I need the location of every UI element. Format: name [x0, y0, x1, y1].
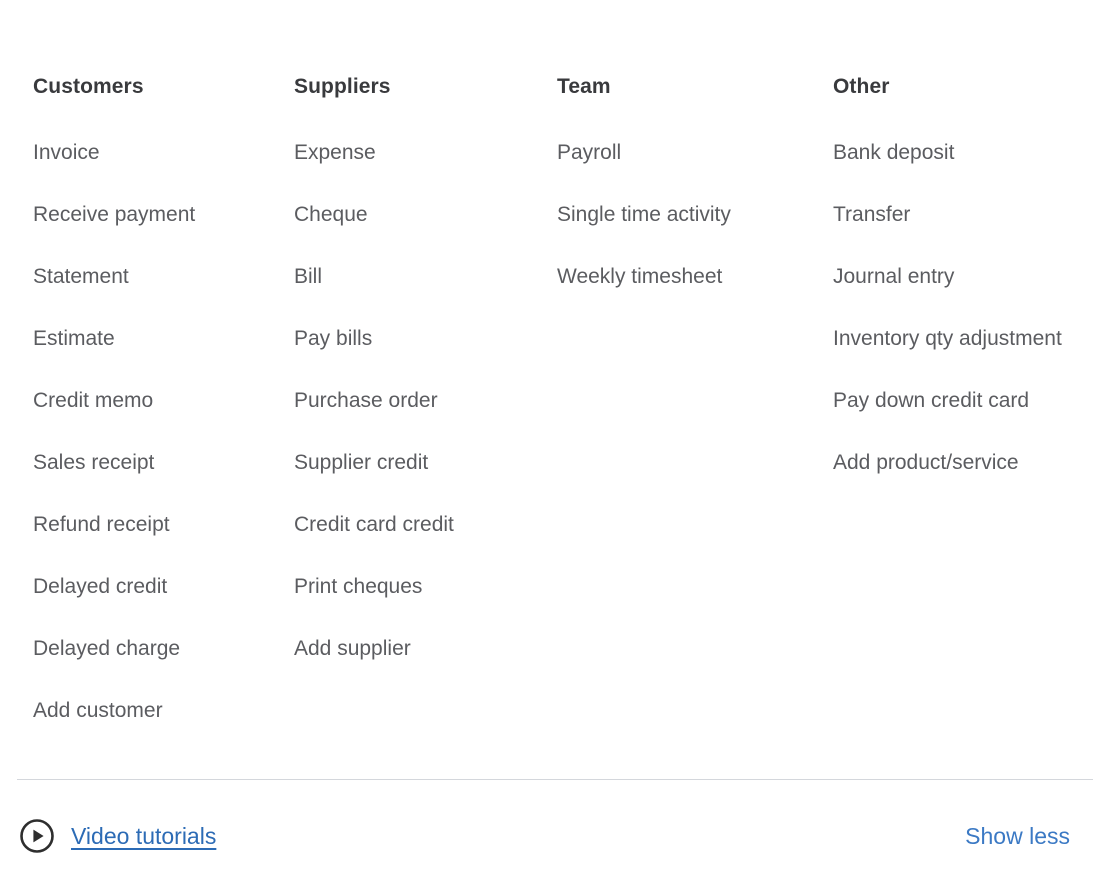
menu-item-cheque[interactable]: Cheque	[294, 202, 557, 264]
menu-item-pay-down-credit-card[interactable]: Pay down credit card	[833, 388, 1110, 450]
menu-column-other: Other Bank deposit Transfer Journal entry In…	[833, 74, 1110, 724]
video-tutorials-link[interactable]: Video tutorials	[19, 818, 216, 854]
column-item-list: Expense Cheque Bill Pay bills Purchase order…	[294, 140, 557, 662]
menu-item-add-supplier[interactable]: Add supplier	[294, 636, 557, 662]
play-circle-icon	[19, 818, 55, 854]
menu-item-bank-deposit[interactable]: Bank deposit	[833, 140, 1110, 202]
menu-item-credit-memo[interactable]: Credit memo	[33, 388, 294, 450]
menu-column-suppliers: Suppliers Expense Cheque Bill Pay bills Purch…	[294, 74, 557, 724]
menu-item-journal-entry[interactable]: Journal entry	[833, 264, 1110, 326]
menu-column-team: Team Payroll Single time activity Weekly ti…	[557, 74, 833, 724]
column-header: Team	[557, 75, 611, 98]
menu-item-refund-receipt[interactable]: Refund receipt	[33, 512, 294, 574]
menu-item-estimate[interactable]: Estimate	[33, 326, 294, 388]
column-item-list: Payroll Single time activity Weekly timesh…	[557, 140, 833, 290]
column-header: Customers	[33, 75, 144, 98]
menu-item-bill[interactable]: Bill	[294, 264, 557, 326]
menu-item-inventory-qty-adjustment[interactable]: Inventory qty adjustment	[833, 326, 1110, 388]
menu-item-weekly-timesheet[interactable]: Weekly timesheet	[557, 264, 833, 290]
menu-column-customers: Customers Invoice Receive payment Statement…	[33, 74, 294, 724]
menu-item-sales-receipt[interactable]: Sales receipt	[33, 450, 294, 512]
menu-item-pay-bills[interactable]: Pay bills	[294, 326, 557, 388]
menu-item-delayed-credit[interactable]: Delayed credit	[33, 574, 294, 636]
menu-item-transfer[interactable]: Transfer	[833, 202, 1110, 264]
menu-item-receive-payment[interactable]: Receive payment	[33, 202, 294, 264]
column-item-list: Invoice Receive payment Statement Estimate C…	[33, 140, 294, 724]
menu-item-statement[interactable]: Statement	[33, 264, 294, 326]
menu-item-supplier-credit[interactable]: Supplier credit	[294, 450, 557, 512]
menu-item-single-time-activity[interactable]: Single time activity	[557, 202, 833, 264]
create-new-menu-panel: Customers Invoice Receive payment Statement…	[0, 0, 1110, 892]
panel-footer: Video tutorials Show less	[0, 780, 1110, 892]
column-header: Suppliers	[294, 75, 391, 98]
video-tutorials-label: Video tutorials	[71, 823, 217, 849]
menu-item-add-customer[interactable]: Add customer	[33, 698, 294, 724]
menu-columns: Customers Invoice Receive payment Statement…	[0, 0, 1110, 724]
menu-item-add-product-service[interactable]: Add product/service	[833, 450, 1110, 476]
menu-item-delayed-charge[interactable]: Delayed charge	[33, 636, 294, 698]
column-header: Other	[833, 75, 890, 98]
menu-item-print-cheques[interactable]: Print cheques	[294, 574, 557, 636]
menu-item-purchase-order[interactable]: Purchase order	[294, 388, 557, 450]
menu-item-expense[interactable]: Expense	[294, 140, 557, 202]
column-item-list: Bank deposit Transfer Journal entry Invento…	[833, 140, 1110, 476]
show-less-button[interactable]: Show less	[965, 822, 1070, 850]
menu-item-credit-card-credit[interactable]: Credit card credit	[294, 512, 557, 574]
menu-item-payroll[interactable]: Payroll	[557, 140, 833, 202]
menu-item-invoice[interactable]: Invoice	[33, 140, 294, 202]
